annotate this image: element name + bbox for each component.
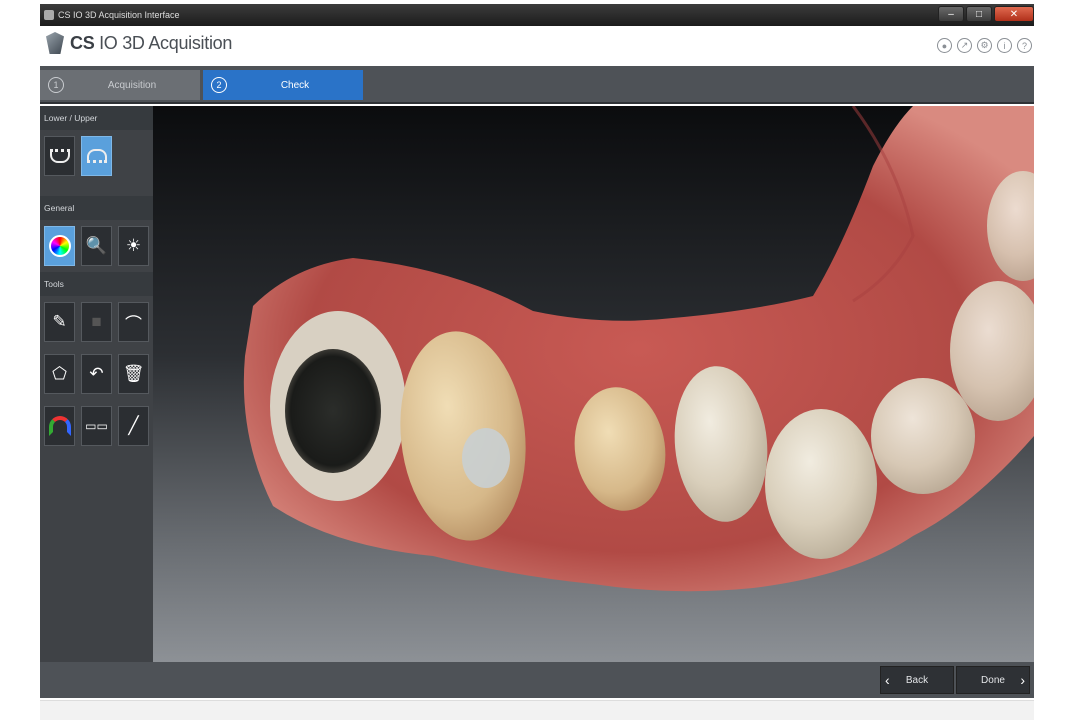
pen-icon: ╱ [128, 416, 139, 435]
export-icon[interactable]: ↗ [957, 38, 972, 53]
minimize-icon: – [948, 8, 954, 20]
incisor-tooth [871, 378, 975, 494]
maximize-icon: □ [975, 8, 983, 20]
tab-check[interactable]: 2 Check [203, 70, 363, 100]
lighting-button[interactable]: ☀ [118, 226, 149, 266]
section-title-lower-upper: Lower / Upper [40, 106, 153, 130]
crop-icon: ■ [91, 312, 102, 331]
tab-acquisition[interactable]: 1 Acquisition [40, 70, 200, 100]
delete-button[interactable]: 🗑 [118, 354, 149, 394]
step-label: Acquisition [107, 79, 157, 91]
bottom-bar: ‹ Back Done › [40, 662, 1034, 698]
light-icon: ☀ [125, 236, 142, 255]
teeth-icon: ▭▭ [85, 419, 108, 433]
app-icon [44, 10, 54, 20]
arch-outline-icon: ⌒ [125, 314, 142, 334]
info-icon[interactable]: i [997, 38, 1012, 53]
pin-icon[interactable]: ● [937, 38, 952, 53]
amalgam-filling [285, 349, 381, 473]
tools-row-3: ▭▭ ╱ [40, 400, 153, 452]
app-name: CS IO 3D Acquisition [70, 32, 233, 53]
brush-tool-button[interactable]: ✎ [44, 302, 75, 342]
settings-icon[interactable]: ⚙ [977, 38, 992, 53]
window-controls: – □ ✕ [938, 6, 1034, 22]
step-number: 1 [48, 77, 64, 93]
close-button[interactable]: ✕ [994, 6, 1034, 22]
general-tools: 🔍 ☀ [40, 220, 153, 272]
app-window: CS IO 3D Acquisition Interface – □ ✕ CS … [40, 0, 1034, 720]
section-title-tools: Tools [40, 272, 153, 296]
section-title-general: General [40, 196, 153, 220]
tool-panel: Lower / Upper General 🔍 ☀ Tools ✎ ■ ⌒ ⬠ … [40, 106, 153, 662]
window-title: CS IO 3D Acquisition Interface [58, 10, 180, 20]
margin-line-button[interactable]: ╱ [118, 406, 149, 446]
step-number: 2 [211, 77, 227, 93]
tools-row-2: ⬠ ↶ 🗑 [40, 348, 153, 400]
crop-tool-button[interactable]: ■ [81, 302, 112, 342]
rainbow-arch-icon [48, 416, 71, 436]
step-bar: 1 Acquisition 2 Check [40, 66, 1034, 104]
lower-jaw-icon [49, 149, 70, 163]
status-strip [40, 700, 1034, 720]
minimize-button[interactable]: – [938, 6, 964, 22]
color-wheel-icon [48, 235, 71, 257]
maximize-button[interactable]: □ [966, 6, 992, 22]
lower-jaw-button[interactable] [44, 136, 75, 176]
brush-icon: ✎ [52, 312, 67, 331]
chevron-left-icon: ‹ [885, 672, 890, 688]
step-label: Check [280, 79, 310, 91]
header-toolbar: ● ↗ ⚙ i ? [937, 38, 1032, 53]
upper-jaw-button[interactable] [81, 136, 112, 176]
3d-viewport[interactable] [153, 106, 1034, 662]
dental-scan-model [243, 106, 1034, 592]
color-mode-button[interactable] [44, 226, 75, 266]
trash-icon: 🗑 [122, 364, 145, 383]
logo-mark-icon [46, 32, 64, 54]
app-logo: CS IO 3D Acquisition [46, 32, 232, 54]
help-icon[interactable]: ? [1017, 38, 1032, 53]
undo-icon: ↶ [89, 364, 104, 383]
arch-tool-button[interactable]: ⌒ [118, 302, 149, 342]
zoom-button[interactable]: 🔍 [81, 226, 112, 266]
done-button[interactable]: Done › [956, 666, 1030, 694]
magnifier-icon: 🔍 [85, 236, 108, 255]
chevron-right-icon: › [1020, 672, 1025, 688]
teeth-button[interactable]: ▭▭ [81, 406, 112, 446]
undo-button[interactable]: ↶ [81, 354, 112, 394]
title-bar: CS IO 3D Acquisition Interface – □ ✕ [40, 4, 1034, 26]
app-header: CS IO 3D Acquisition ● ↗ ⚙ i ? [40, 26, 1034, 66]
incisor-tooth [765, 409, 877, 559]
back-button[interactable]: ‹ Back [880, 666, 954, 694]
tools-row-1: ✎ ■ ⌒ [40, 296, 153, 348]
close-icon: ✕ [1009, 8, 1019, 20]
undercut-button[interactable] [44, 406, 75, 446]
upper-jaw-icon [86, 149, 107, 163]
polygon-icon: ⬠ [52, 364, 67, 383]
polygon-select-button[interactable]: ⬠ [44, 354, 75, 394]
lower-upper-tools [40, 130, 153, 182]
